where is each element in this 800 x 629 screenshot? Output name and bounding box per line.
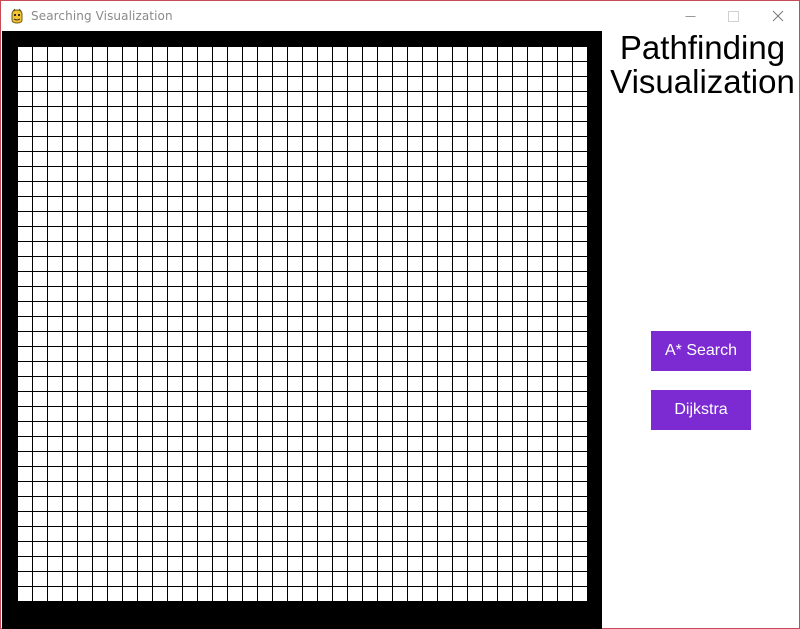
window-title: Searching Visualization <box>31 9 173 23</box>
title-bar[interactable]: Searching Visualization <box>1 1 799 31</box>
pygame-snake-icon <box>9 8 25 24</box>
minimize-icon <box>685 11 696 22</box>
sidebar-title: Pathfinding Visualization <box>605 31 800 99</box>
maximize-button[interactable] <box>710 1 756 31</box>
maximize-icon <box>727 10 739 22</box>
close-icon <box>772 10 784 22</box>
close-button[interactable] <box>755 1 800 31</box>
dijkstra-button[interactable]: Dijkstra <box>651 390 751 430</box>
a-star-search-button[interactable]: A* Search <box>651 331 751 371</box>
minimize-button[interactable] <box>667 1 713 31</box>
grid-canvas[interactable] <box>2 31 602 629</box>
grid-board[interactable] <box>2 31 602 629</box>
title-line-2: Visualization <box>610 63 795 100</box>
title-line-1: Pathfinding <box>619 29 786 66</box>
